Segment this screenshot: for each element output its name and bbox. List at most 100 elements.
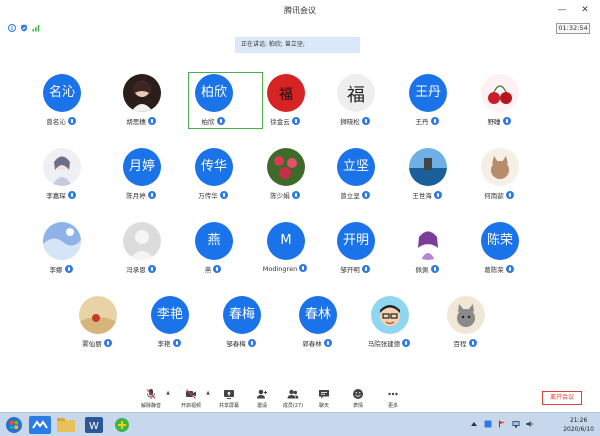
participant-tile[interactable]: 李艳 李艳 <box>134 294 204 360</box>
close-button[interactable]: ✕ <box>578 3 592 17</box>
mic-status-icon <box>430 265 439 273</box>
invite-button[interactable]: 邀请 <box>247 388 277 412</box>
participant-tile[interactable]: 开明 邹开明 <box>320 220 390 286</box>
participant-name: 何雨歆 <box>484 192 504 200</box>
participant-name-row: 徐金云 <box>250 116 320 126</box>
participant-tile[interactable]: 野睡 <box>464 72 534 138</box>
members-button[interactable]: 成员(27) <box>278 388 308 412</box>
network-icon[interactable] <box>512 420 520 428</box>
taskbar-clock[interactable]: 21:26 2020/6/10 <box>563 416 594 434</box>
mic-status-icon <box>67 117 76 125</box>
participant-name-row: 李嘉琛 <box>26 190 96 200</box>
file-explorer-icon[interactable] <box>54 415 78 435</box>
participant-tile[interactable]: 传华 万传华 <box>178 146 248 212</box>
participant-tile[interactable]: 燕燕 <box>178 220 248 286</box>
participant-tile[interactable]: 马院张建德 <box>354 294 424 360</box>
info-icon[interactable] <box>8 24 16 32</box>
mute-label: 解除静音 <box>140 403 161 409</box>
participant-tile[interactable]: 春梅 邹春梅 <box>206 294 276 360</box>
participant-name-row: 李娜 <box>26 264 96 274</box>
tray-flag-icon[interactable] <box>498 420 506 428</box>
participant-name: 王世海 <box>412 192 432 200</box>
participant-tile[interactable]: 柏欣 柏欣 <box>178 72 248 138</box>
participant-tile[interactable]: 王世海 <box>392 146 462 212</box>
participant-name: 徐金云 <box>270 118 290 126</box>
participant-name-row: 何雨歆 <box>464 190 534 200</box>
tencent-meeting-taskbar-icon[interactable] <box>28 415 52 435</box>
mic-status-icon <box>502 117 511 125</box>
participant-avatar: 柏欣 <box>195 74 233 112</box>
participant-tile[interactable]: 福狮晓松 <box>320 72 390 138</box>
meeting-timer: 01:32:54 <box>556 23 590 34</box>
volume-icon[interactable] <box>526 420 534 428</box>
svg-text:福: 福 <box>347 85 365 106</box>
participant-avatar <box>409 222 447 260</box>
participant-name: 郭春林 <box>302 340 322 348</box>
participant-avatar <box>371 296 409 334</box>
mic-status-icon <box>402 339 411 347</box>
reaction-label: 表情 <box>352 403 363 409</box>
participant-tile[interactable]: 李嘉琛 <box>26 146 96 212</box>
share-screen-button[interactable]: 共享屏幕 <box>214 388 244 412</box>
mic-status-icon <box>468 339 477 347</box>
participant-tile[interactable]: 春林 郭春林 <box>282 294 352 360</box>
reaction-button[interactable]: 表情 <box>343 388 373 412</box>
participant-tile[interactable]: 名沁 曾名沁 <box>26 72 96 138</box>
participant-tile[interactable]: 佩佩 <box>392 220 462 286</box>
chat-button[interactable]: 聊天 <box>309 388 339 412</box>
security-shield-icon[interactable] <box>20 24 28 32</box>
participant-avatar: 名沁 <box>43 74 81 112</box>
tray-app-icon[interactable] <box>484 420 492 428</box>
participant-avatar <box>79 296 117 334</box>
participant-name: 百程 <box>453 340 467 348</box>
tray-arrow-icon[interactable] <box>470 420 478 428</box>
participant-name-row: 马院张建德 <box>354 338 424 348</box>
participant-name-row: 佩佩 <box>392 264 462 274</box>
mic-status-icon <box>247 339 256 347</box>
video-button[interactable]: 开启视频 <box>176 388 206 412</box>
participant-tile[interactable]: 何雨歆 <box>464 146 534 212</box>
leave-meeting-button[interactable]: 离开会议 <box>542 391 582 405</box>
participant-name-row: 邹春梅 <box>206 338 276 348</box>
add-app-icon[interactable] <box>110 415 134 435</box>
participant-avatar: 李艳 <box>151 296 189 334</box>
minimize-button[interactable]: — <box>555 3 569 17</box>
participant-name-row: 冯承恩 <box>106 264 176 274</box>
participant-name: 佩佩 <box>415 266 429 274</box>
participant-tile[interactable]: 百程 <box>430 294 500 360</box>
more-button[interactable]: 更多 <box>378 388 408 412</box>
participant-tile[interactable]: 王丹 王丹 <box>392 72 462 138</box>
svg-text:W: W <box>89 421 99 432</box>
video-label: 开启视频 <box>180 403 201 409</box>
participant-tile[interactable]: 陈少娟 <box>250 146 320 212</box>
participant-tile[interactable]: M Modingren <box>250 220 320 286</box>
participant-tile[interactable]: 月婷 陈月婷 <box>106 146 176 212</box>
start-orb-icon[interactable] <box>2 415 26 435</box>
participant-tile[interactable]: 冯承恩 <box>106 220 176 286</box>
participant-tile[interactable]: 陈荣 葛陈荣 <box>464 220 534 286</box>
word-app-icon[interactable]: W <box>82 415 106 435</box>
participant-tile[interactable]: 福徐金云 <box>250 72 320 138</box>
members-icon <box>287 389 299 399</box>
participant-name-row: 陈少娟 <box>250 190 320 200</box>
participant-name: Modingren <box>262 265 298 273</box>
participant-tile[interactable]: 李娜 <box>26 220 96 286</box>
video-options-caret[interactable]: ▲ <box>203 388 213 412</box>
participant-avatar: 王丹 <box>409 74 447 112</box>
chat-icon <box>319 390 329 399</box>
participant-avatar: 陈荣 <box>481 222 519 260</box>
participant-tile[interactable]: 立坚 曾立坚 <box>320 146 390 212</box>
participant-tile[interactable]: 胡思穗 <box>106 72 176 138</box>
mic-status-icon <box>361 191 370 199</box>
participant-name-row: 陈月婷 <box>106 190 176 200</box>
mute-options-caret[interactable]: ▲ <box>163 388 173 412</box>
participant-tile[interactable]: 雾仙丽 <box>62 294 132 360</box>
mic-off-icon <box>146 389 156 399</box>
signal-icon[interactable] <box>32 24 40 32</box>
mute-button[interactable]: 解除静音 <box>136 388 166 412</box>
members-label: 成员(27) <box>282 403 304 409</box>
mic-status-icon <box>361 117 370 125</box>
participant-name: 李嘉琛 <box>46 192 66 200</box>
participant-avatar: 春林 <box>299 296 337 334</box>
mic-status-icon <box>213 265 222 273</box>
